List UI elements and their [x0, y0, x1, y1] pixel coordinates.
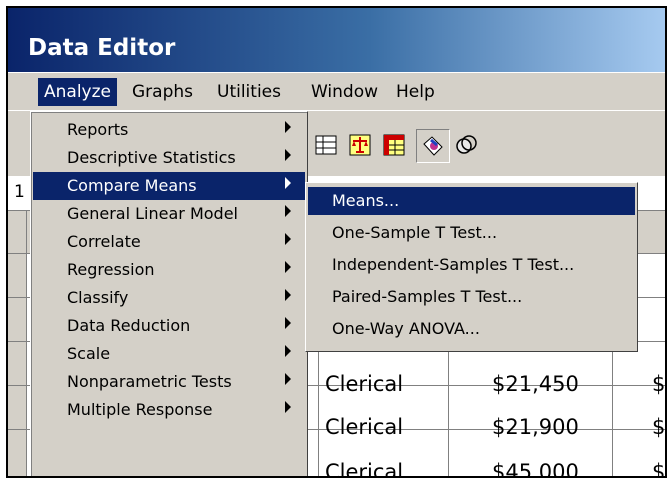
menu-item-label: Regression — [67, 260, 155, 279]
submenu-item-one-sample-t-test[interactable]: One-Sample T Test... — [308, 219, 635, 247]
menu-help[interactable]: Help — [390, 78, 441, 106]
menu-item-general-linear-model[interactable]: General Linear Model — [33, 200, 305, 228]
menu-item-scale[interactable]: Scale — [33, 340, 305, 368]
cell-salary[interactable]: $45,000 — [492, 460, 579, 476]
submenu-item-label: One-Sample T Test... — [332, 223, 498, 242]
submenu-arrow-icon — [285, 261, 291, 273]
submenu-arrow-icon — [285, 401, 291, 413]
cell-salary[interactable]: $21,900 — [492, 415, 579, 439]
menu-window[interactable]: Window — [305, 78, 384, 106]
menu-item-label: Compare Means — [67, 176, 197, 195]
cell-id: 1 — [14, 182, 25, 202]
submenu-item-label: Means... — [332, 191, 400, 210]
submenu-item-paired-samples-t-test[interactable]: Paired-Samples T Test... — [308, 283, 635, 311]
window-title: Data Editor — [28, 35, 176, 61]
cell-jobcat[interactable]: Clerical — [325, 415, 403, 439]
submenu-item-means[interactable]: Means... — [308, 187, 635, 215]
submenu-arrow-icon — [285, 205, 291, 217]
cell-jobcat[interactable]: Clerical — [325, 460, 403, 476]
submenu-item-label: Independent-Samples T Test... — [332, 255, 575, 274]
submenu-arrow-icon — [285, 373, 291, 385]
menu-item-compare-means[interactable]: Compare Means — [33, 172, 305, 200]
menu-item-classify[interactable]: Classify — [33, 284, 305, 312]
app-window: Data Editor Analyze Graphs Utilities Win… — [6, 6, 667, 478]
menu-item-label: General Linear Model — [67, 204, 238, 223]
submenu-arrow-icon — [285, 345, 291, 357]
menu-item-data-reduction[interactable]: Data Reduction — [33, 312, 305, 340]
row-number-column — [8, 211, 27, 476]
cell-next[interactable]: $ — [652, 460, 665, 476]
circles-icon[interactable] — [450, 129, 482, 161]
submenu-item-label: Paired-Samples T Test... — [332, 287, 523, 306]
menu-analyze[interactable]: Analyze — [38, 78, 117, 106]
menu-item-label: Reports — [67, 120, 129, 139]
submenu-arrow-icon — [285, 233, 291, 245]
menu-item-label: Data Reduction — [67, 316, 191, 335]
menu-item-label: Scale — [67, 344, 111, 363]
cell-next[interactable]: $ — [652, 372, 665, 396]
pointer-tag-icon[interactable] — [416, 129, 450, 163]
grid-chart-icon[interactable] — [310, 129, 342, 161]
menu-item-label: Multiple Response — [67, 400, 213, 419]
menu-item-descriptive-statistics[interactable]: Descriptive Statistics — [33, 144, 305, 172]
menu-item-nonparametric-tests[interactable]: Nonparametric Tests — [33, 368, 305, 396]
menu-item-regression[interactable]: Regression — [33, 256, 305, 284]
submenu-item-label: One-Way ANOVA... — [332, 319, 480, 338]
cell-salary[interactable]: $21,450 — [492, 372, 579, 396]
menu-item-multiple-response[interactable]: Multiple Response — [33, 396, 305, 424]
menu-item-correlate[interactable]: Correlate — [33, 228, 305, 256]
menu-graphs[interactable]: Graphs — [126, 78, 199, 106]
menu-item-label: Classify — [67, 288, 129, 307]
submenu-item-independent-samples-t-test[interactable]: Independent-Samples T Test... — [308, 251, 635, 279]
menu-item-label: Descriptive Statistics — [67, 148, 236, 167]
scale-icon[interactable] — [344, 129, 376, 161]
submenu-arrow-icon — [285, 149, 291, 161]
submenu-arrow-icon — [285, 177, 291, 189]
compare-means-submenu: Means... One-Sample T Test... Independen… — [305, 182, 638, 352]
menu-bar: Analyze Graphs Utilities Window Help — [8, 72, 665, 111]
submenu-arrow-icon — [285, 289, 291, 301]
menu-item-reports[interactable]: Reports — [33, 116, 305, 144]
submenu-item-one-way-anova[interactable]: One-Way ANOVA... — [308, 315, 635, 343]
submenu-arrow-icon — [285, 121, 291, 133]
table-icon[interactable] — [378, 129, 410, 161]
cell-next[interactable]: $ — [652, 415, 665, 439]
cell-jobcat[interactable]: Clerical — [325, 372, 403, 396]
title-bar[interactable]: Data Editor — [8, 8, 665, 72]
menu-utilities[interactable]: Utilities — [211, 78, 287, 106]
menu-item-label: Correlate — [67, 232, 141, 251]
menu-item-label: Nonparametric Tests — [67, 372, 232, 391]
submenu-arrow-icon — [285, 317, 291, 329]
analyze-menu: Reports Descriptive Statistics Compare M… — [30, 111, 308, 476]
